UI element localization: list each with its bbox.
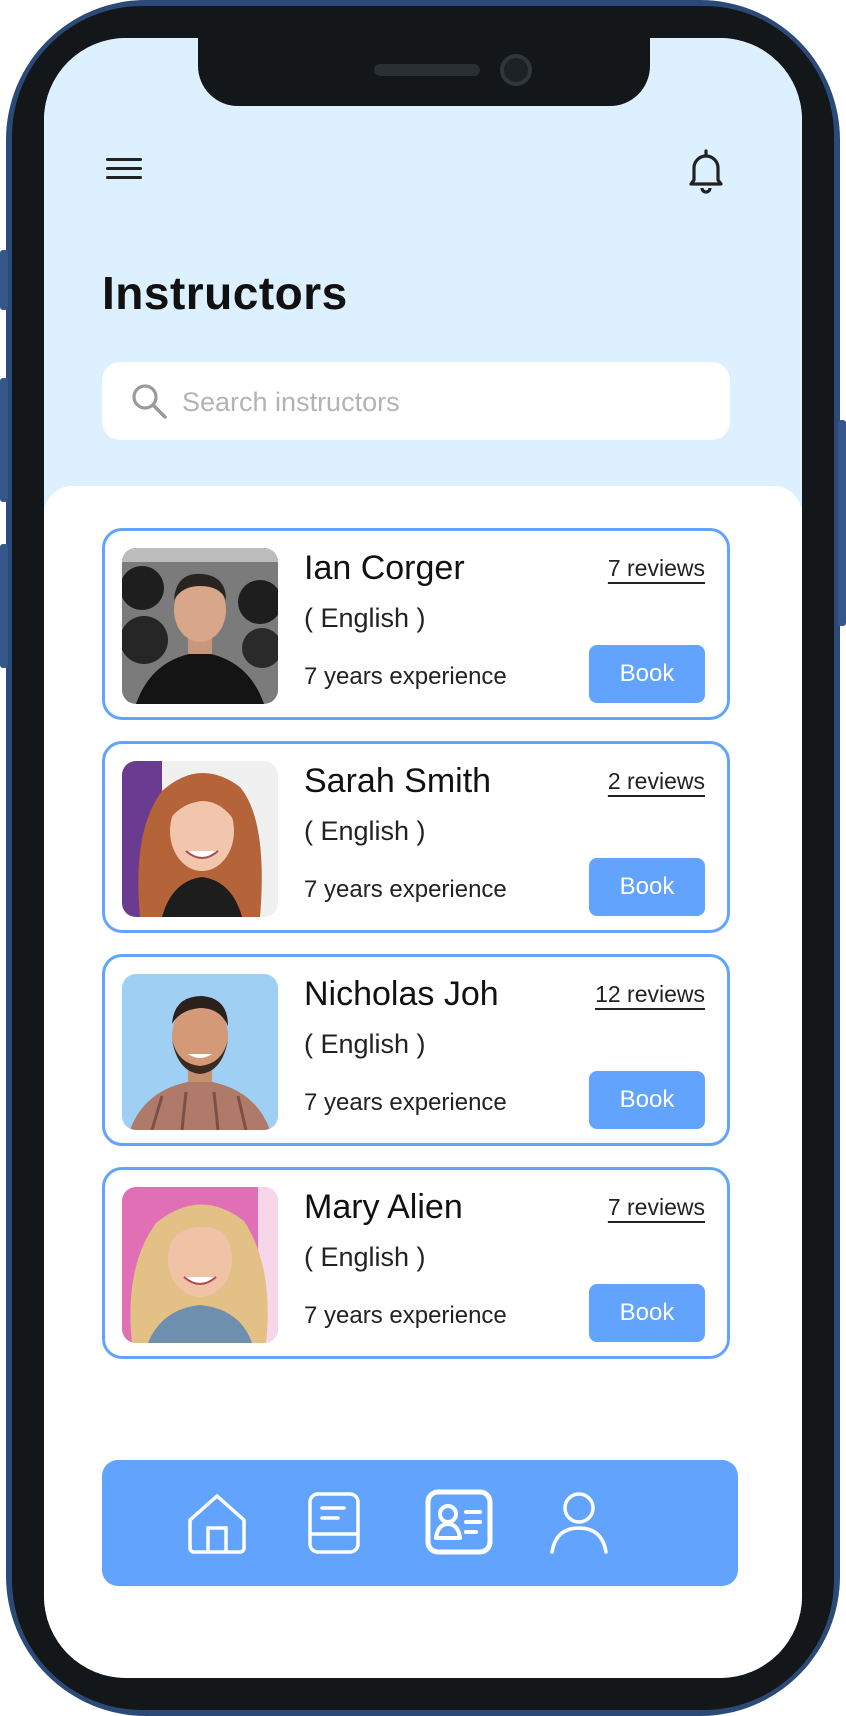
instructor-experience: 7 years experience (304, 1302, 507, 1329)
book-button[interactable]: Book (589, 645, 705, 703)
instructor-photo (122, 1187, 278, 1343)
instructor-list[interactable]: Ian Corger ( English ) 7 years experienc… (44, 528, 802, 1406)
phone-screen: Instructors Search instructors Ian Corge… (44, 38, 802, 1678)
reviews-link[interactable]: 12 reviews (595, 981, 705, 1008)
instructor-name: Mary Alien (304, 1188, 463, 1226)
book-button[interactable]: Book (589, 1071, 705, 1129)
hamburger-menu-icon[interactable] (104, 153, 144, 183)
id-card-icon[interactable] (424, 1488, 494, 1558)
user-icon[interactable] (544, 1488, 614, 1558)
instructor-language: ( English ) (304, 603, 426, 633)
phone-side-button (838, 420, 846, 626)
instructor-language: ( English ) (304, 1029, 426, 1059)
page-title: Instructors (102, 267, 348, 319)
instructor-card[interactable]: Nicholas Joh ( English ) 7 years experie… (102, 954, 730, 1146)
book-button[interactable]: Book (589, 1284, 705, 1342)
phone-side-button (0, 378, 8, 502)
speaker-grille (374, 64, 480, 76)
book-button[interactable]: Book (589, 858, 705, 916)
instructor-experience: 7 years experience (304, 1089, 507, 1116)
search-bar[interactable] (102, 362, 730, 442)
instructor-name: Nicholas Joh (304, 975, 499, 1013)
notch (198, 38, 650, 106)
instructor-photo (122, 974, 278, 1130)
notification-bell-icon[interactable] (684, 146, 728, 194)
reviews-link[interactable]: 2 reviews (608, 768, 705, 795)
search-input[interactable] (180, 362, 714, 442)
instructor-card[interactable]: Ian Corger ( English ) 7 years experienc… (102, 528, 730, 720)
phone-side-button (0, 250, 8, 310)
instructor-name: Sarah Smith (304, 762, 492, 800)
instructor-card[interactable]: Mary Alien ( English ) 7 years experienc… (102, 1167, 730, 1359)
instructor-photo (122, 761, 278, 917)
reviews-link[interactable]: 7 reviews (608, 555, 705, 582)
reviews-link[interactable]: 7 reviews (608, 1194, 705, 1221)
instructor-photo (122, 548, 278, 704)
home-icon[interactable] (182, 1488, 252, 1558)
instructor-experience: 7 years experience (304, 876, 507, 903)
bottom-navigation (102, 1460, 738, 1586)
instructor-language: ( English ) (304, 1242, 426, 1272)
instructor-experience: 7 years experience (304, 663, 507, 690)
book-icon[interactable] (300, 1488, 370, 1558)
phone-side-button (0, 544, 8, 668)
instructor-language: ( English ) (304, 816, 426, 846)
front-camera (500, 54, 532, 86)
search-icon (130, 382, 170, 422)
instructor-name: Ian Corger (304, 549, 465, 587)
instructor-card[interactable]: Sarah Smith ( English ) 7 years experien… (102, 741, 730, 933)
